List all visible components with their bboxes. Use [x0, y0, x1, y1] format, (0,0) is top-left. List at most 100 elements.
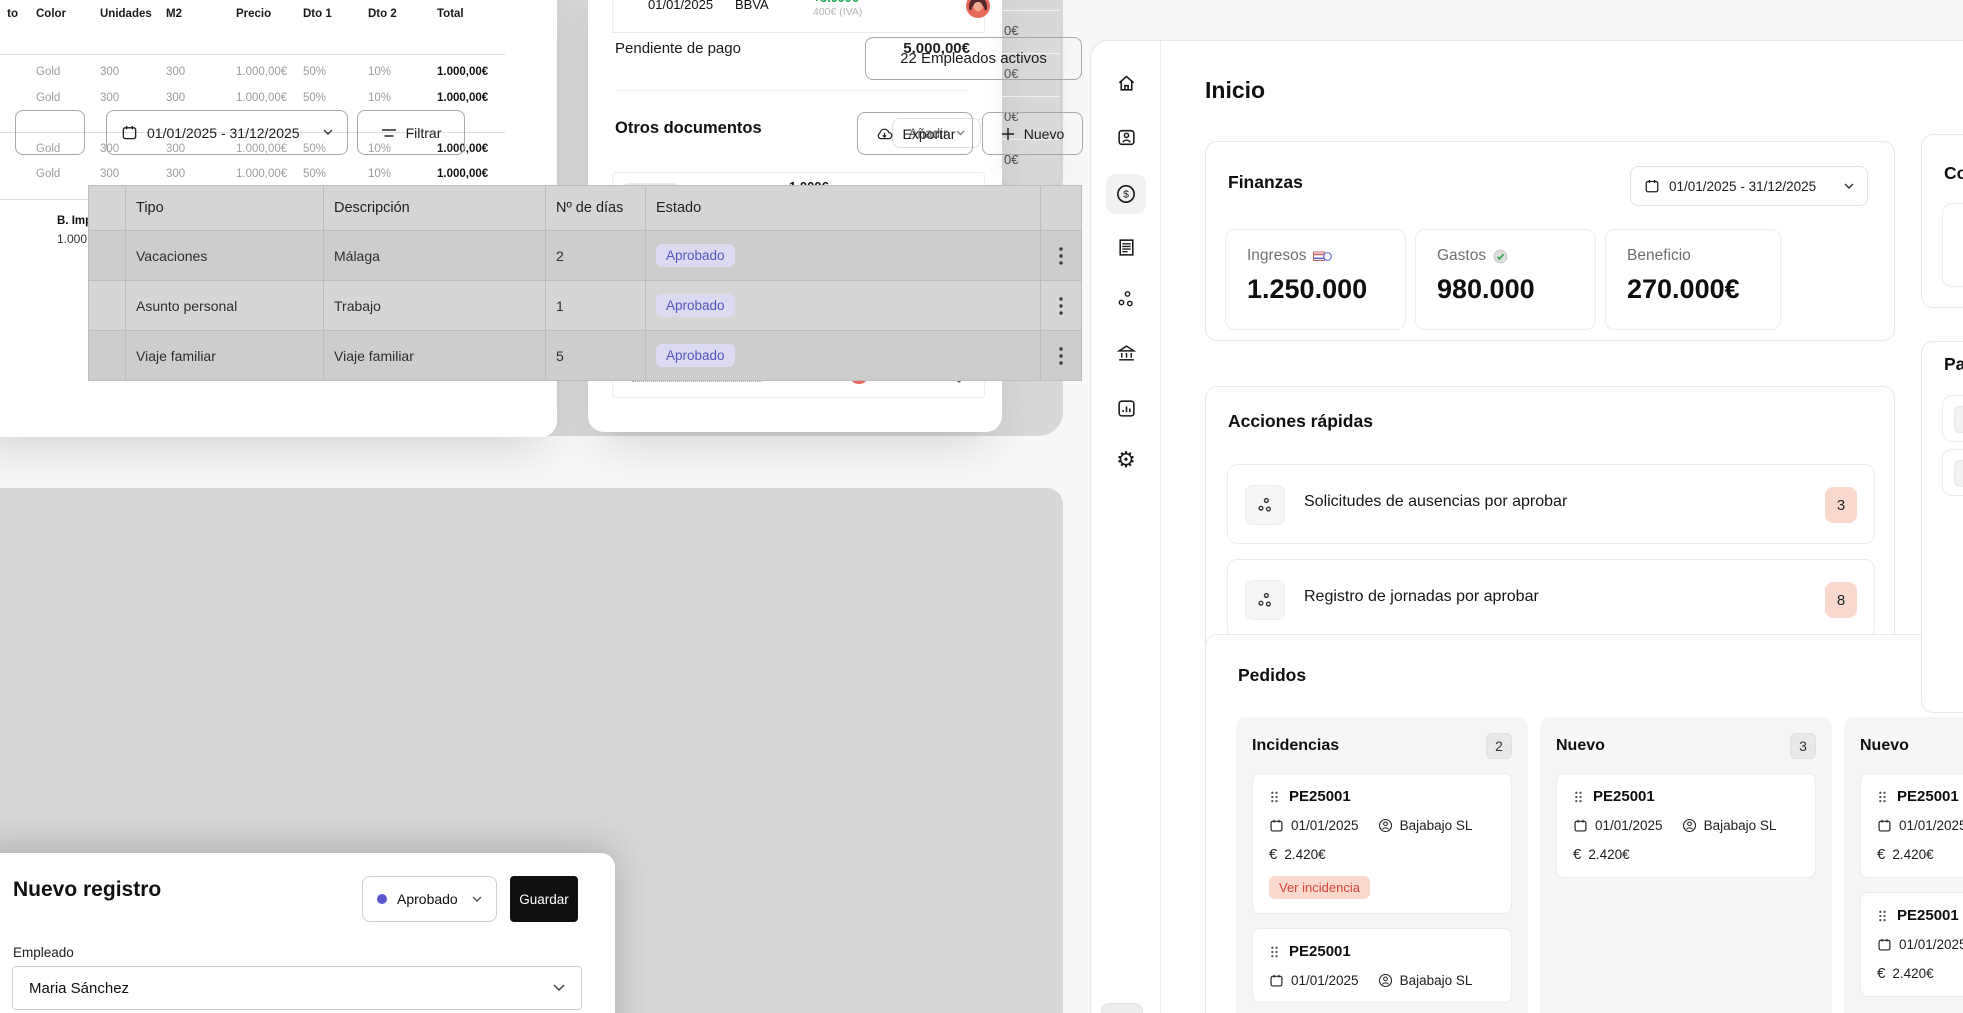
- kanban-column-incidencias: Incidencias 2 PE25001 01/01/2025 Bajabaj…: [1236, 717, 1528, 1013]
- sidebar-item-reports[interactable]: [1106, 388, 1146, 428]
- status-badge: Aprobado: [656, 294, 735, 317]
- check-coin-icon: [1493, 249, 1508, 264]
- order-card[interactable]: PE25001 01/01/2025 €2.420€: [1860, 892, 1963, 997]
- kpi-card-ingresos: Ingresos 1.250.000: [1225, 229, 1406, 330]
- table-row[interactable]: Vacaciones Málaga 2 Aprobado: [89, 231, 1081, 281]
- peek-section-1: Co H 7: [1921, 134, 1963, 308]
- drag-handle-icon[interactable]: [1269, 944, 1279, 960]
- svg-text:$: $: [1123, 190, 1129, 201]
- save-button[interactable]: Guardar: [510, 876, 578, 922]
- date-range-picker[interactable]: 01/01/2025 - 31/12/2025: [1630, 166, 1868, 206]
- kebab-menu-icon[interactable]: [1041, 331, 1081, 380]
- dots-icon: [1245, 580, 1285, 620]
- table-header: Descripción: [324, 186, 546, 230]
- count-badge: 3: [1825, 487, 1857, 523]
- sidebar-item-relations[interactable]: [1106, 279, 1146, 319]
- section-title: Pedidos: [1238, 665, 1306, 686]
- screen: to Color Unidades M2 Precio Dto 1 Dto 2 …: [0, 0, 1963, 1013]
- sidebar-item-settings[interactable]: ⚙: [1106, 440, 1146, 480]
- chevron-down-icon: [1844, 183, 1854, 190]
- sidebar-item-finance[interactable]: $: [1106, 174, 1146, 214]
- order-card[interactable]: PE25001 01/01/2025 €2.420€: [1860, 773, 1963, 878]
- order-card[interactable]: PE25001 01/01/2025 Bajabajo SL €2.420€: [1556, 773, 1816, 878]
- id-badge-icon: [1116, 127, 1137, 148]
- finanzas-section: Finanzas 01/01/2025 - 31/12/2025 Ingreso…: [1205, 141, 1895, 341]
- pedidos-section: Pedidos Incidencias 2 PE25001 01/01/2025…: [1205, 634, 1963, 1013]
- kanban-column-nuevo-cut: Nuevo PE25001 01/01/2025 €2.420€ PE25001: [1844, 717, 1963, 1013]
- sidebar: $ ⚙: [1091, 41, 1161, 1013]
- incident-tag[interactable]: Ver incidencia: [1269, 876, 1370, 899]
- section-title-cut: Co: [1944, 163, 1963, 184]
- new-button[interactable]: Nuevo: [982, 112, 1083, 155]
- calendar-icon: [1269, 973, 1284, 988]
- peek-action-item[interactable]: [1942, 449, 1963, 496]
- table-header: Tipo: [126, 186, 324, 230]
- new-record-modal: Nuevo registro Aprobado Guardar Empleado…: [0, 853, 615, 1013]
- section-title-cut: Pa: [1944, 354, 1963, 375]
- quick-action-item[interactable]: Registro de jornadas por aprobar 8: [1227, 559, 1875, 639]
- calendar-icon: [1573, 818, 1588, 833]
- kpi-card-beneficio: Beneficio 270.000€: [1605, 229, 1781, 330]
- status-badge: Aprobado: [656, 244, 735, 267]
- table-header: Nº de días: [546, 186, 646, 230]
- cloud-download-icon: [875, 126, 894, 141]
- home-icon: [1116, 73, 1137, 94]
- page-title: Inicio: [1205, 77, 1265, 104]
- receipt-icon: [1116, 237, 1137, 258]
- section-title: Finanzas: [1228, 172, 1303, 193]
- peek-action-item[interactable]: [1942, 395, 1963, 442]
- cut-button[interactable]: [15, 110, 85, 155]
- table-row[interactable]: Viaje familiar Viaje familiar 5 Aprobado: [89, 331, 1081, 381]
- order-card[interactable]: PE25001 01/01/2025 Bajabajo SL: [1252, 928, 1512, 1003]
- euro-icon: €: [1877, 846, 1885, 863]
- kpi-card-gastos: Gastos 980.000: [1415, 229, 1596, 330]
- quick-action-item[interactable]: Solicitudes de ausencias por aprobar 3: [1227, 464, 1875, 544]
- calendar-icon: [1644, 178, 1660, 194]
- status-dot: [377, 894, 387, 904]
- dashboard-card: $ ⚙ Inicio Finanzas 01/01/2025 - 31/12/2…: [1090, 40, 1963, 1013]
- count-badge: 2: [1486, 733, 1512, 759]
- filter-button[interactable]: Filtrar: [357, 110, 465, 155]
- sidebar-item-home[interactable]: [1106, 63, 1146, 103]
- date-range-picker[interactable]: 01/01/2025 - 31/12/2025: [106, 110, 348, 155]
- kebab-menu-icon[interactable]: [1041, 231, 1081, 280]
- employee-select[interactable]: Maria Sánchez: [12, 966, 582, 1010]
- employee-field-label: Empleado: [13, 945, 74, 960]
- sidebar-item-employees[interactable]: [1106, 117, 1146, 157]
- drag-handle-icon[interactable]: [1877, 908, 1887, 924]
- kanban-column-nuevo: Nuevo 3 PE25001 01/01/2025 Bajabajo SL €…: [1540, 717, 1832, 1013]
- sidebar-peek-item[interactable]: [1101, 1003, 1143, 1013]
- dots-icon: [1245, 485, 1285, 525]
- bank-icon: [1116, 343, 1137, 364]
- count-badge: 3: [1790, 733, 1816, 759]
- dots-icon: [1116, 289, 1136, 309]
- gear-icon: ⚙: [1116, 449, 1136, 471]
- absences-table: Tipo Descripción Nº de días Estado Vacac…: [88, 185, 1082, 381]
- calendar-icon: [1269, 818, 1284, 833]
- person-circle-icon: [1378, 973, 1393, 988]
- sidebar-item-bank[interactable]: [1106, 333, 1146, 373]
- invoice-col-producto-cut: to: [0, 8, 18, 20]
- plus-icon: [1001, 127, 1015, 141]
- active-employees-badge: 22 Empleados activos: [865, 37, 1082, 80]
- status-select[interactable]: Aprobado: [362, 876, 497, 922]
- export-button[interactable]: Exportar: [857, 112, 973, 155]
- drag-handle-icon[interactable]: [1269, 789, 1279, 805]
- calendar-icon: [121, 124, 138, 141]
- bar-chart-icon: [1116, 398, 1137, 419]
- order-card[interactable]: PE25001 01/01/2025 Bajabajo SL €2.420€ V…: [1252, 773, 1512, 914]
- drag-handle-icon[interactable]: [1573, 789, 1583, 805]
- calendar-icon: [1877, 937, 1892, 952]
- sidebar-item-invoices[interactable]: [1106, 227, 1146, 267]
- drag-handle-icon[interactable]: [1877, 789, 1887, 805]
- euro-icon: €: [1573, 846, 1581, 863]
- count-badge: 8: [1825, 582, 1857, 618]
- table-header-actions: [1041, 186, 1081, 230]
- table-header: Estado: [646, 186, 1041, 230]
- table-row[interactable]: Asunto personal Trabajo 1 Aprobado: [89, 281, 1081, 331]
- icon-placeholder: [1954, 460, 1963, 487]
- person-circle-icon: [1378, 818, 1393, 833]
- kebab-menu-icon[interactable]: [1041, 281, 1081, 330]
- chevron-down-icon: [553, 984, 565, 992]
- banknote-icon: [1313, 250, 1332, 263]
